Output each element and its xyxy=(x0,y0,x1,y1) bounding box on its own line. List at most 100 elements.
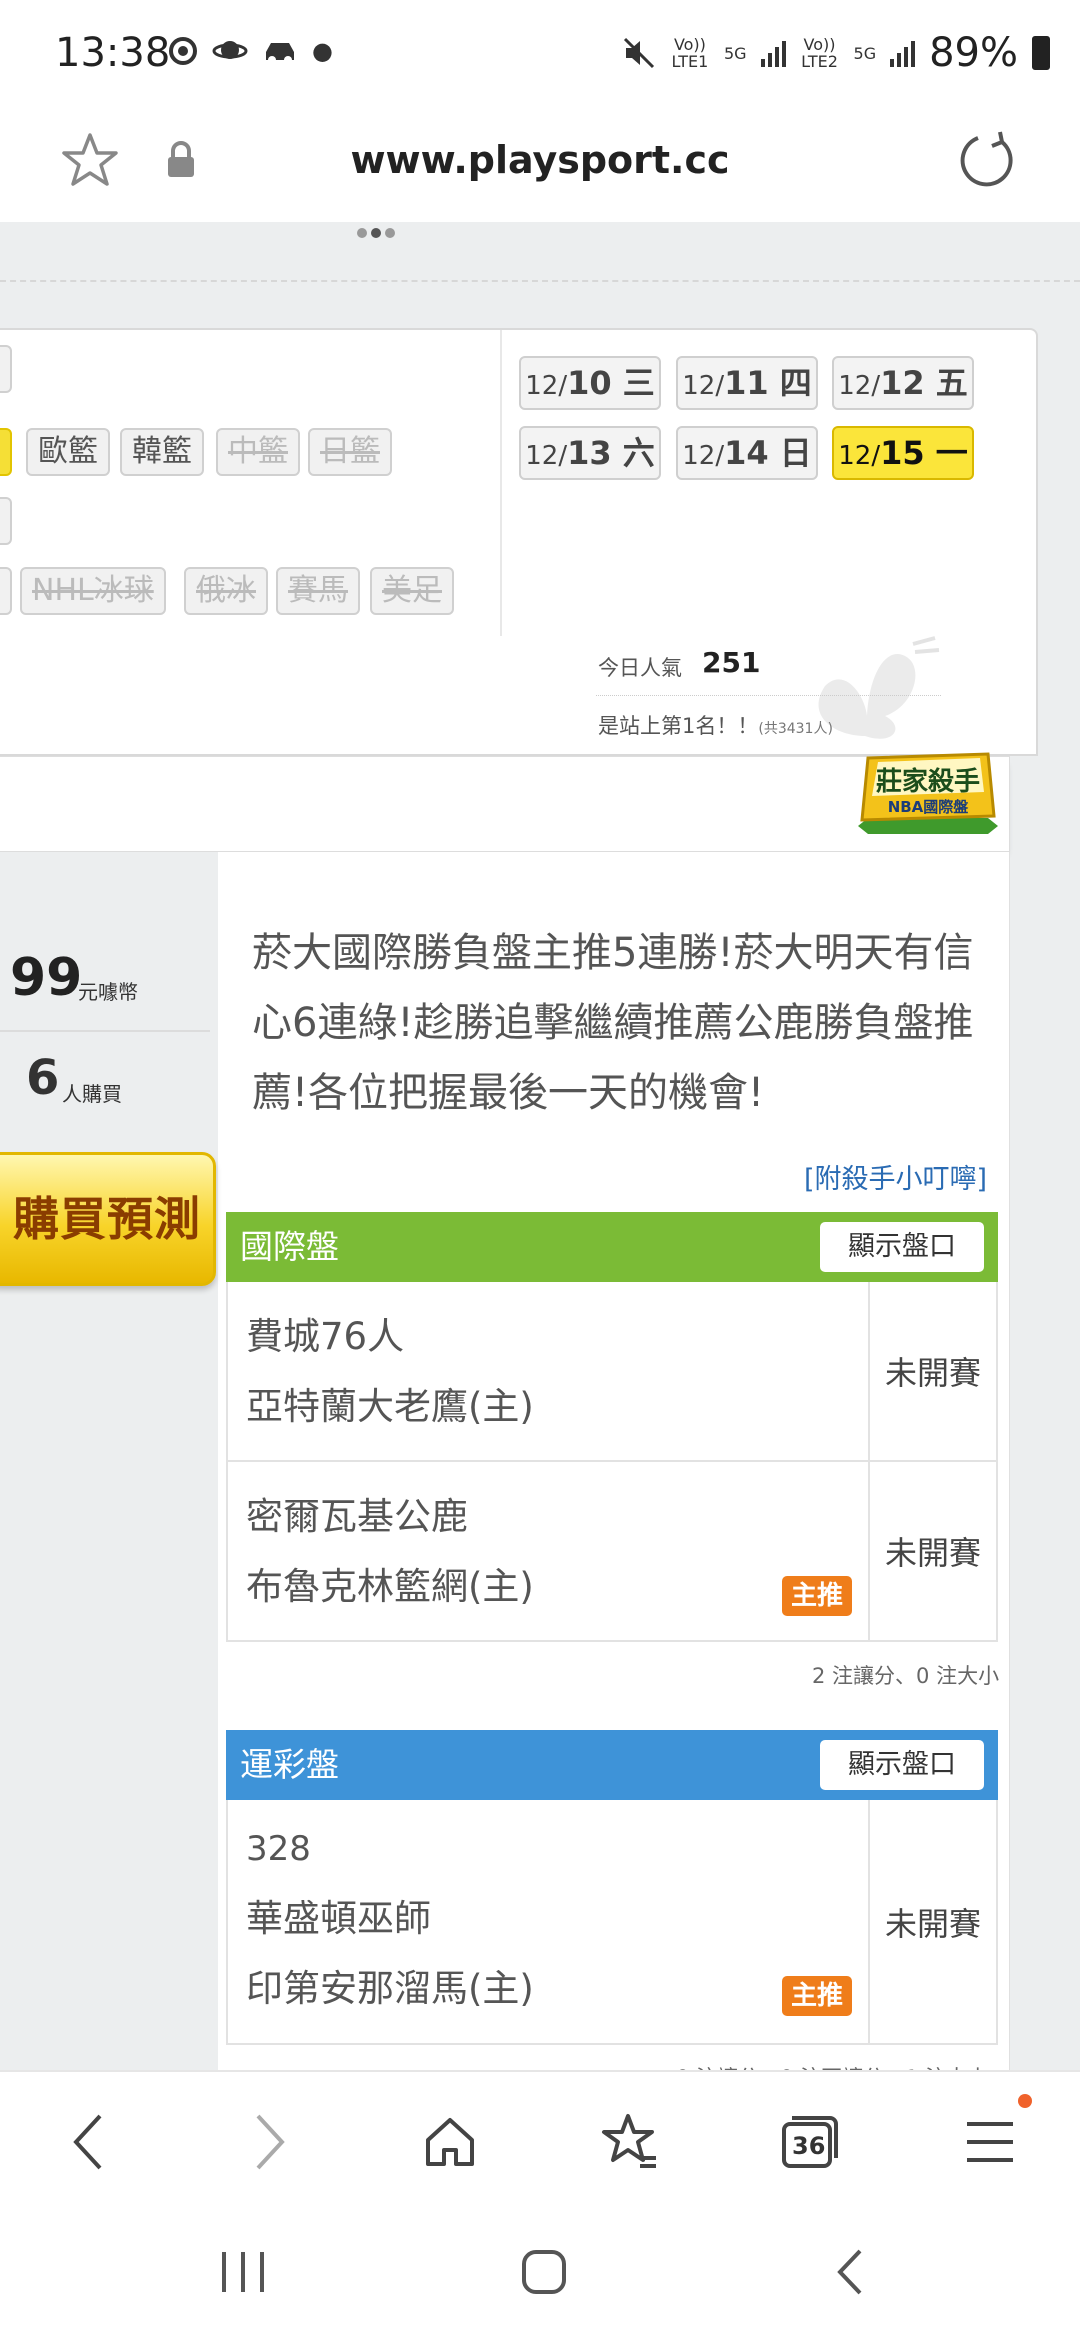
league-button-japan[interactable]: 日籃 xyxy=(308,428,392,476)
home-square-icon xyxy=(522,2250,566,2294)
chevron-left-icon xyxy=(73,2114,102,2170)
system-nav-bar xyxy=(0,2204,1080,2340)
mute-icon xyxy=(623,37,654,69)
date-button-1214[interactable]: 12/14 日 xyxy=(676,426,818,480)
league-button-cut-row1[interactable] xyxy=(0,345,12,393)
intl-pick-count: 2 注讓分、0 注大小 xyxy=(812,1664,1000,1688)
buyers-unit: 人購買 xyxy=(62,1082,122,1106)
date-day: 14 xyxy=(724,434,769,472)
page-header-strip xyxy=(0,222,1080,282)
rank-text: 是站上第1名！！(共3431人) xyxy=(598,710,833,740)
notification-icons: ● xyxy=(168,36,333,66)
signal1-icon xyxy=(760,39,786,67)
car-icon xyxy=(266,43,294,64)
dot-icon: ● xyxy=(312,37,333,65)
buy-prediction-button[interactable]: 購買預測 xyxy=(0,1152,216,1286)
lottery-table-title: 運彩盤 xyxy=(240,1745,339,1784)
reload-icon[interactable] xyxy=(956,128,1020,192)
status-bar: 13:38 ● Vo)) LTE1 5G Vo)) LTE2 5G 89% xyxy=(0,0,1080,110)
recent-apps-button[interactable] xyxy=(203,2242,283,2302)
league-button-horse[interactable]: 賽馬 xyxy=(276,567,360,615)
menu-icon xyxy=(967,2122,1013,2162)
bookmarks-button[interactable] xyxy=(590,2102,670,2182)
back-icon xyxy=(837,2249,862,2295)
game-status: 未開賽 xyxy=(868,1462,996,1640)
date-button-1213[interactable]: 12/13 六 xyxy=(519,426,661,480)
table-row[interactable]: 密爾瓦基公鹿 布魯克林籃網(主) 主推 未開賽 xyxy=(226,1462,998,1642)
carousel-dots[interactable] xyxy=(357,228,395,238)
forward-button[interactable] xyxy=(230,2102,310,2182)
chrome-icon xyxy=(169,37,197,65)
date-button-1210[interactable]: 12/10 三 xyxy=(519,356,661,410)
league-button-korea[interactable]: 韓籃 xyxy=(120,428,204,476)
team-names: 密爾瓦基公鹿 布魯克林籃網(主) xyxy=(246,1482,534,1622)
killer-tips-link[interactable]: [附殺手小叮嚀] xyxy=(804,1157,987,1196)
date-button-1212[interactable]: 12/12 五 xyxy=(832,356,974,410)
chevron-right-icon xyxy=(256,2114,285,2170)
game-status: 未開賽 xyxy=(868,1282,996,1460)
back-button[interactable] xyxy=(48,2102,128,2182)
date-button-1215-active[interactable]: 12/15 一 xyxy=(832,426,974,480)
battery-percent: 89% xyxy=(929,30,1018,76)
home-team: 印第安那溜馬(主) xyxy=(246,1967,534,2010)
league-button-selected-cut[interactable] xyxy=(0,428,12,476)
date-month: 12/ xyxy=(525,371,568,401)
league-button-cut-row3[interactable] xyxy=(0,497,12,545)
sim1-label: Vo)) LTE1 xyxy=(671,35,709,71)
price-value: 99 xyxy=(10,948,83,1008)
table-row[interactable]: 328 華盛頓巫師 印第安那溜馬(主) 主推 未開賽 xyxy=(226,1800,998,2045)
rank-total: (共3431人) xyxy=(758,721,833,737)
table-row[interactable]: 費城76人 亞特蘭大老鷹(主) 未開賽 xyxy=(226,1282,998,1462)
main-pick-badge: 主推 xyxy=(782,1976,852,2016)
league-button-cut-row4[interactable] xyxy=(0,567,12,615)
address-bar: www.playsport.cc xyxy=(0,110,1080,222)
home-button[interactable] xyxy=(410,2102,490,2182)
popularity-value: 251 xyxy=(702,646,761,679)
lottery-show-odds-button[interactable]: 顯示盤口 xyxy=(820,1740,984,1790)
intl-table-header: 國際盤 顯示盤口 xyxy=(226,1212,998,1282)
signal2-icon xyxy=(890,39,916,67)
game-status: 未開賽 xyxy=(868,1800,996,2043)
league-button-china[interactable]: 中籃 xyxy=(216,428,300,476)
main-pick-badge: 主推 xyxy=(782,1576,852,1616)
tabs-count: 36 xyxy=(792,2132,826,2160)
sim2-label: Vo)) LTE2 xyxy=(801,35,838,71)
home-nav-button[interactable] xyxy=(504,2242,584,2302)
date-button-1211[interactable]: 12/11 四 xyxy=(676,356,818,410)
team-names: 華盛頓巫師 印第安那溜馬(主) xyxy=(246,1884,534,2024)
date-day: 13 xyxy=(567,434,612,472)
net2-label: 5G xyxy=(853,43,877,63)
home-icon xyxy=(426,2118,474,2166)
popularity-label: 今日人氣 xyxy=(598,656,682,680)
system-status: Vo)) LTE1 5G Vo)) LTE2 5G 89% xyxy=(622,30,1050,76)
clock: 13:38 xyxy=(55,30,171,76)
league-button-nhl[interactable]: NHL冰球 xyxy=(20,567,166,615)
league-button-nfl[interactable]: 美足 xyxy=(370,567,454,615)
home-team: 布魯克林籃網(主) xyxy=(246,1565,534,1608)
popularity-divider xyxy=(596,695,941,697)
price-divider xyxy=(0,1030,210,1032)
game-code: 328 xyxy=(246,1829,311,1869)
battery-icon xyxy=(1032,36,1050,70)
league-button-khl[interactable]: 俄冰 xyxy=(184,567,268,615)
date-weekday: 三 xyxy=(622,364,655,402)
back-nav-button[interactable] xyxy=(810,2242,890,2302)
away-team: 費城76人 xyxy=(246,1315,405,1358)
date-month: 12/ xyxy=(682,441,725,471)
date-weekday: 日 xyxy=(779,434,812,472)
browser-toolbar: 36 xyxy=(0,2070,1080,2204)
tabs-button[interactable]: 36 xyxy=(770,2102,850,2182)
intl-show-odds-button[interactable]: 顯示盤口 xyxy=(820,1222,984,1272)
saturn-icon xyxy=(212,41,248,59)
away-team: 華盛頓巫師 xyxy=(246,1897,431,1940)
away-team: 密爾瓦基公鹿 xyxy=(246,1495,468,1538)
recents-icon xyxy=(222,2252,264,2292)
url-text[interactable]: www.playsport.cc xyxy=(0,138,1080,182)
team-names: 費城76人 亞特蘭大老鷹(主) xyxy=(246,1302,534,1442)
menu-button[interactable] xyxy=(950,2094,1032,2182)
league-button-europe[interactable]: 歐籃 xyxy=(26,428,110,476)
home-team: 亞特蘭大老鷹(主) xyxy=(246,1385,534,1428)
price-column xyxy=(0,852,218,2072)
prediction-description: 菸大國際勝負盤主推5連勝!菸大明天有信心6連綠!趁勝追擊繼續推薦公鹿勝負盤推薦!… xyxy=(252,930,974,1116)
date-weekday: 五 xyxy=(935,364,968,402)
